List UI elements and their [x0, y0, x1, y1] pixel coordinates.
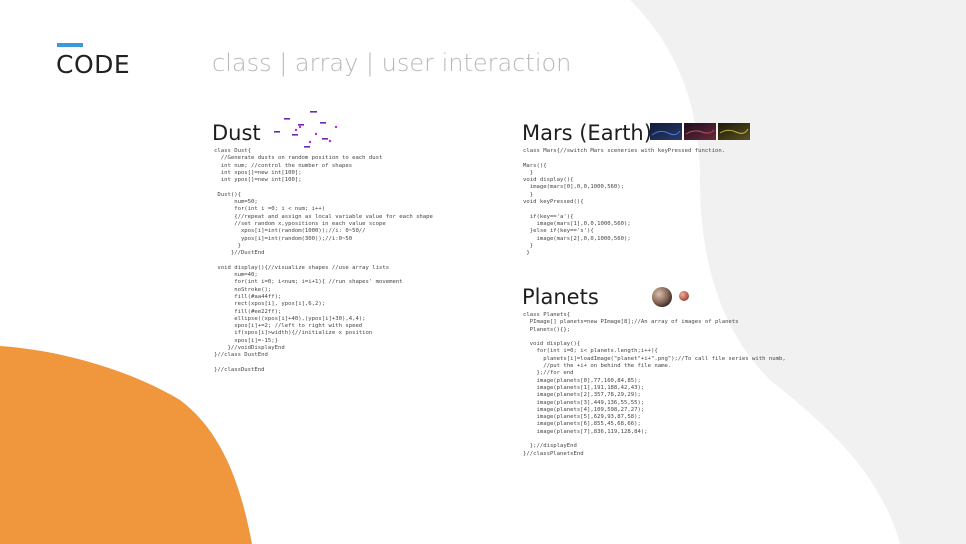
right-gray-panel: [630, 0, 966, 544]
orange-corner-blob: [0, 346, 252, 544]
dust-heading: Dust: [212, 121, 261, 145]
background-decoration: [0, 0, 966, 544]
slide-title: class | array | user interaction: [212, 49, 572, 77]
mars-scenery-thumbnails-icon: [650, 123, 750, 140]
accent-bar: [57, 43, 83, 47]
mars-code-block: class Mars{//switch Mars sceneries with …: [523, 148, 726, 257]
dust-code-block: class Dust{ //Generate dusts on random p…: [214, 148, 433, 373]
slide-label: CODE: [56, 50, 131, 79]
planets-heading: Planets: [522, 285, 599, 309]
planets-code-block: class Planets{ PImage[] planets=new PIma…: [523, 312, 786, 457]
dust-particles-icon: [274, 111, 338, 148]
planet-spheres-icon: [652, 287, 689, 307]
mars-heading: Mars (Earth): [522, 121, 652, 145]
